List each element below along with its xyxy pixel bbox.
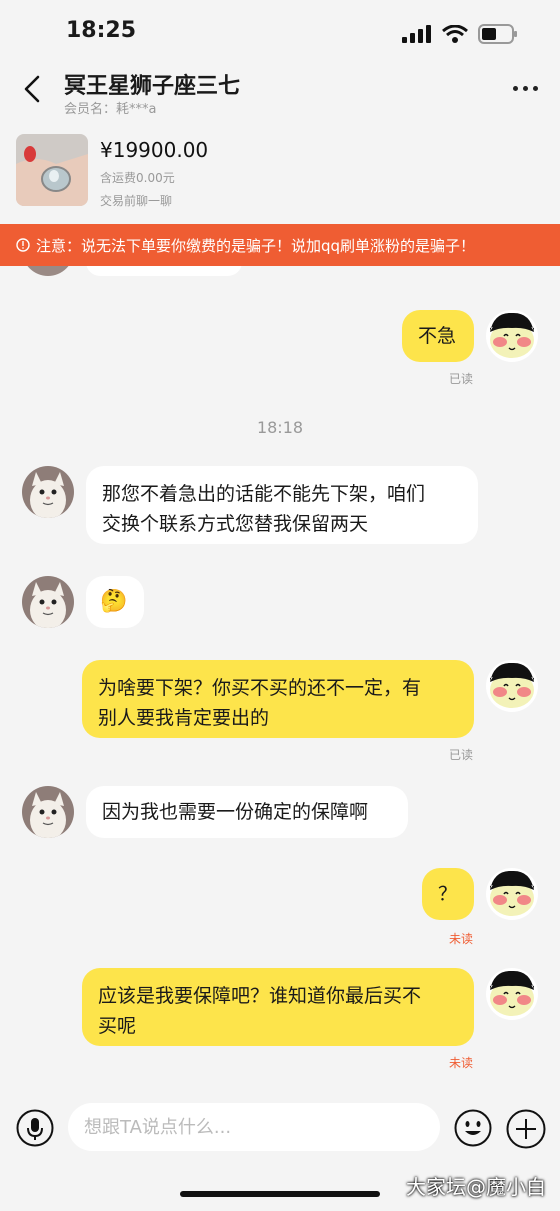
message-bubble-sent[interactable]: 应该是我要保障吧？谁知道你最后买不 买呢 [82,968,474,1046]
watermark: 大家坛@魔小白 [406,1175,546,1199]
add-icon[interactable] [506,1109,546,1149]
signal-icon [402,25,431,43]
my-avatar[interactable] [486,310,538,362]
shipping-fee: 含运费0.00元 [100,171,175,185]
wifi-icon [442,25,468,43]
warning-text: 注意：说无法下单要你缴费的是骗子！说加qq刷单涨粉的是骗子！ [36,236,476,255]
my-avatar[interactable] [486,968,538,1020]
battery-icon [478,24,517,44]
read-status: 已读 [449,372,474,386]
more-icon[interactable] [513,86,538,91]
status-time: 18:25 [66,18,137,43]
chat-header: 冥王星狮子座三七 会员名：耗***a [0,62,560,128]
back-icon[interactable] [18,74,48,104]
warning-banner: 注意：说无法下单要你缴费的是骗子！说加qq刷单涨粉的是骗子！ [0,224,560,266]
my-avatar[interactable] [486,868,538,920]
input-bar: 大家坛@魔小白 [0,1095,560,1211]
unread-status: 未读 [449,932,474,946]
chat-timestamp: 18:18 [256,418,304,437]
trade-note: 交易前聊一聊 [100,194,173,208]
my-avatar[interactable] [486,660,538,712]
status-bar: 18:25 [0,0,560,62]
product-thumbnail[interactable] [16,134,88,206]
thinking-face-emoji: 🤔 [100,589,128,614]
seller-avatar[interactable] [22,466,74,518]
member-name: 会员名：耗***a [64,102,157,117]
seller-avatar[interactable] [22,576,74,628]
message-bubble-sent[interactable]: 不急 [402,310,474,362]
page-title: 冥王星狮子座三七 [64,74,241,99]
unread-status: 未读 [449,1056,474,1070]
message-bubble-sent[interactable]: ？ [422,868,474,920]
alert-icon [16,238,30,252]
home-indicator[interactable] [180,1191,380,1197]
microphone-icon[interactable] [16,1109,54,1147]
product-card[interactable]: ¥19900.00 含运费0.00元 交易前聊一聊 [0,128,560,220]
message-bubble-sent[interactable]: 为啥要下架？你买不买的还不一定，有 别人要我肯定要出的 [82,660,474,738]
seller-avatar[interactable] [22,786,74,838]
read-status: 已读 [449,748,474,762]
message-bubble-received[interactable]: 那您不着急出的话能不能先下架，咱们 交换个联系方式您替我保留两天 [86,466,478,544]
message-input[interactable] [68,1103,440,1151]
message-bubble-received[interactable]: 因为我也需要一份确定的保障啊 [86,786,408,838]
emoji-icon[interactable] [454,1109,492,1147]
message-bubble-received[interactable]: 🤔 [86,576,144,628]
product-price: ¥19900.00 [100,138,209,162]
